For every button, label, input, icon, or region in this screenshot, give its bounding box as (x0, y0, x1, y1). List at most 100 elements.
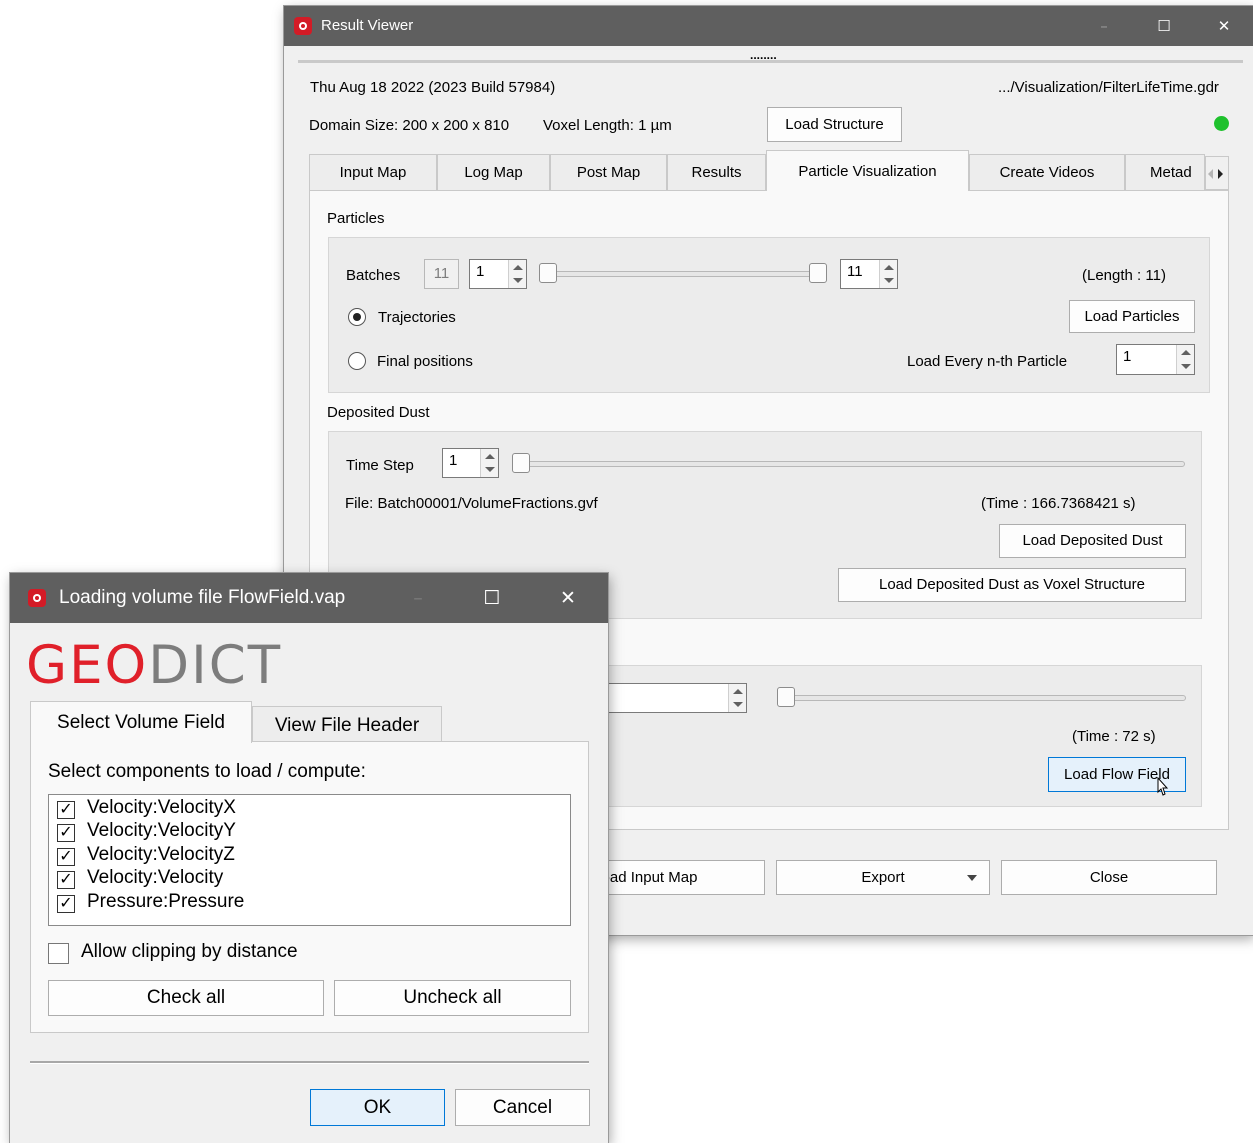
load-deposited-dust-button[interactable]: Load Deposited Dust (999, 524, 1186, 558)
mouse-pointer-icon (1157, 777, 1169, 796)
geodict-logo: GEODICT (26, 636, 282, 696)
spin-down-icon[interactable] (485, 467, 495, 472)
tab-particle-visualization[interactable]: Particle Visualization (766, 150, 969, 191)
time-step-track[interactable] (513, 461, 1185, 467)
flow-field-handle[interactable] (777, 687, 795, 707)
spin-up-icon[interactable] (513, 265, 523, 270)
component-label: Velocity:Velocity (87, 867, 224, 888)
voxel-length-label: Voxel Length: 1 µm (543, 117, 672, 134)
close-button[interactable]: ✕ (538, 573, 598, 623)
spin-up-icon[interactable] (1181, 350, 1191, 355)
spin-arrows[interactable] (1176, 345, 1194, 374)
component-checkbox[interactable]: ✓ (57, 895, 75, 913)
uncheck-all-button[interactable]: Uncheck all (334, 980, 571, 1016)
batches-range-track[interactable] (541, 271, 826, 277)
batches-to-spinbox[interactable]: 11 (840, 259, 898, 289)
minimize-button[interactable]: – (388, 573, 448, 623)
tab-input-map[interactable]: Input Map (309, 154, 437, 190)
close-viewer-button[interactable]: Close (1001, 860, 1217, 895)
final-positions-label[interactable]: Final positions (377, 353, 473, 370)
deposited-dust-time-label: (Time : 166.7368421 s) (981, 495, 1136, 512)
component-label: Velocity:VelocityZ (87, 844, 235, 865)
time-step-spinbox[interactable]: 1 (442, 448, 499, 478)
tab-scroll-left-icon[interactable] (1208, 169, 1213, 179)
time-step-handle[interactable] (512, 453, 530, 473)
component-checkbox[interactable]: ✓ (57, 824, 75, 842)
spin-down-icon[interactable] (884, 278, 894, 283)
spin-down-icon[interactable] (733, 702, 743, 707)
splitter-grip[interactable]: ........ (750, 48, 777, 62)
cancel-button[interactable]: Cancel (455, 1089, 590, 1126)
spin-down-icon[interactable] (1181, 364, 1191, 369)
loading-dialog-titlebar[interactable]: Loading volume file FlowField.vap – ☐ ✕ (10, 573, 608, 623)
spin-arrows[interactable] (879, 260, 897, 288)
logo-dict: DICT (148, 635, 283, 696)
geodict-app-icon (28, 589, 46, 607)
export-label[interactable]: Export (861, 869, 904, 886)
tab-scroll-right-icon[interactable] (1218, 169, 1223, 179)
load-deposited-dust-voxel-button[interactable]: Load Deposited Dust as Voxel Structure (838, 568, 1186, 602)
geodict-app-icon (294, 17, 312, 35)
tab-results[interactable]: Results (667, 154, 766, 190)
maximize-button[interactable]: ☐ (462, 573, 522, 623)
spin-arrows[interactable] (728, 684, 746, 712)
tab-select-volume-field[interactable]: Select Volume Field (30, 701, 252, 743)
batches-from-value[interactable]: 1 (476, 263, 484, 280)
tab-metadata[interactable]: Metad (1125, 154, 1205, 190)
component-label: Velocity:VelocityX (87, 797, 236, 818)
date-build-label: Thu Aug 18 2022 (2023 Build 57984) (310, 79, 556, 96)
time-step-value[interactable]: 1 (449, 452, 457, 469)
spin-arrows[interactable] (508, 260, 526, 288)
window-title: Result Viewer (321, 17, 414, 34)
components-prompt: Select components to load / compute: (48, 761, 366, 782)
tab-log-map[interactable]: Log Map (437, 154, 550, 190)
flow-field-track[interactable] (778, 695, 1186, 701)
load-every-value[interactable]: 1 (1123, 348, 1131, 365)
separator (30, 1061, 589, 1064)
spin-down-icon[interactable] (513, 278, 523, 283)
batches-range-end-handle[interactable] (809, 263, 827, 283)
tab-view-file-header[interactable]: View File Header (252, 706, 442, 743)
spin-up-icon[interactable] (485, 454, 495, 459)
particles-group: Batches 11 1 11 (Length : 11) Trajectori… (328, 237, 1210, 393)
maximize-button[interactable]: ☐ (1134, 6, 1194, 46)
load-structure-button[interactable]: Load Structure (767, 107, 902, 142)
components-list[interactable]: ✓ Velocity:VelocityX ✓ Velocity:Velocity… (48, 794, 571, 926)
component-checkbox[interactable]: ✓ (57, 871, 75, 889)
dialog-title: Loading volume file FlowField.vap (59, 587, 346, 608)
result-viewer-titlebar[interactable]: Result Viewer – ☐ ✕ (284, 6, 1253, 46)
tab-create-videos[interactable]: Create Videos (969, 154, 1125, 190)
minimize-button[interactable]: – (1074, 6, 1134, 46)
allow-clipping-label[interactable]: Allow clipping by distance (81, 941, 298, 963)
batches-length-label: (Length : 11) (1082, 267, 1166, 284)
logo-geo: GEO (26, 635, 149, 696)
deposited-dust-heading: Deposited Dust (327, 404, 430, 421)
spin-arrows[interactable] (480, 449, 498, 477)
close-button[interactable]: ✕ (1194, 6, 1253, 46)
export-button[interactable]: Export (776, 860, 990, 895)
spin-up-icon[interactable] (884, 265, 894, 270)
trajectories-radio[interactable] (348, 308, 366, 326)
allow-clipping-checkbox[interactable] (48, 943, 69, 964)
final-positions-radio[interactable] (348, 352, 366, 370)
batches-to-value[interactable]: 11 (847, 263, 863, 280)
tab-post-map[interactable]: Post Map (550, 154, 667, 190)
batches-from-spinbox[interactable]: 1 (469, 259, 527, 289)
load-every-label: Load Every n-th Particle (907, 353, 1068, 370)
component-checkbox[interactable]: ✓ (57, 801, 75, 819)
batches-range-start-handle[interactable] (539, 263, 557, 283)
dropdown-arrow-icon[interactable] (967, 875, 977, 881)
load-particles-button[interactable]: Load Particles (1069, 300, 1195, 333)
deposited-dust-file-label: File: Batch00001/VolumeFractions.gvf (345, 495, 598, 512)
check-all-button[interactable]: Check all (48, 980, 324, 1016)
select-volume-field-page: Select components to load / compute: ✓ V… (30, 741, 589, 1033)
spin-up-icon[interactable] (733, 689, 743, 694)
flow-field-time-label: (Time : 72 s) (1072, 728, 1156, 745)
load-every-spinbox[interactable]: 1 (1116, 344, 1195, 375)
trajectories-label[interactable]: Trajectories (378, 309, 456, 326)
component-label: Velocity:VelocityY (87, 820, 236, 841)
component-checkbox[interactable]: ✓ (57, 848, 75, 866)
time-step-label: Time Step (346, 457, 414, 474)
ok-button[interactable]: OK (310, 1089, 445, 1126)
tab-scroll-buttons[interactable] (1205, 156, 1229, 190)
